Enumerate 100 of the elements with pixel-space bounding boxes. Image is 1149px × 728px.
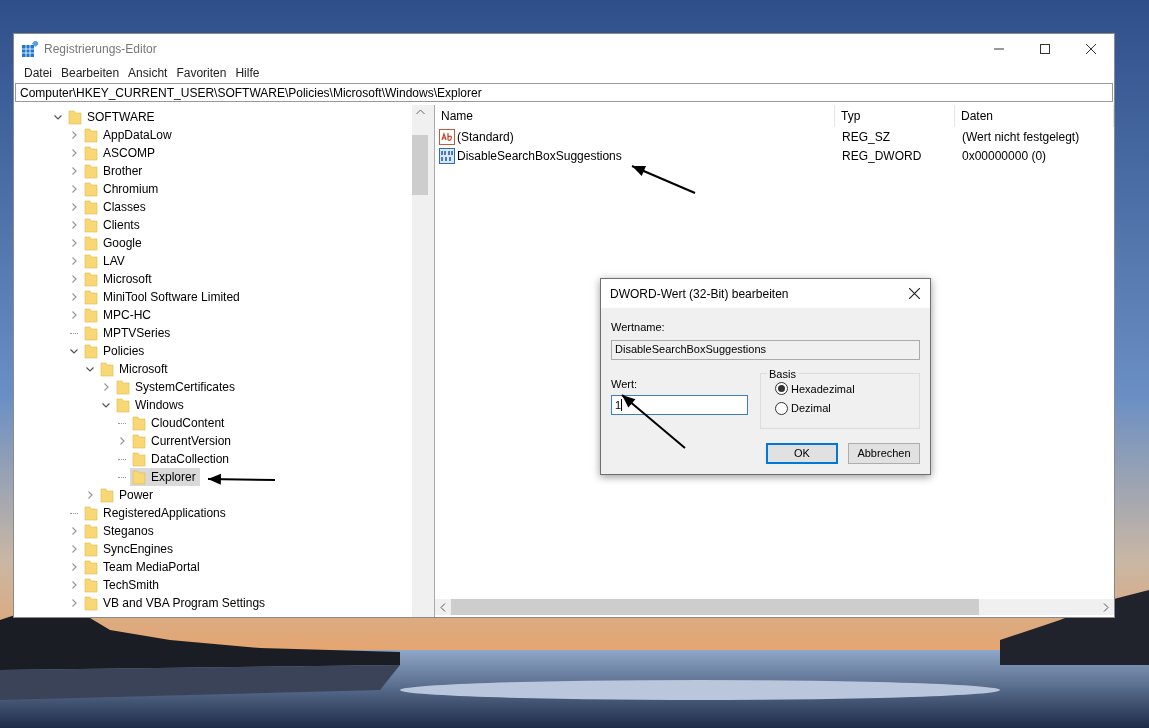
folder-icon [84,235,98,251]
tree-item[interactable]: VB and VBA Program Settings [82,594,270,612]
tree-item[interactable]: SOFTWARE [66,108,159,126]
chevron-right-icon[interactable] [117,436,127,446]
value-type: REG_DWORD [841,147,923,165]
dialog-title: DWORD-Wert (32-Bit) bearbeiten [610,285,789,303]
horizontal-scrollbar[interactable] [435,599,1114,615]
menu-item[interactable]: Favoriten [172,64,231,82]
tree-item[interactable]: Policies [82,342,149,360]
tree-item[interactable]: Team MediaPortal [82,558,204,576]
column-header[interactable]: Typ [835,105,955,127]
tree-item[interactable]: Classes [82,198,150,216]
vertical-scrollbar[interactable] [412,105,428,617]
annotation-arrow [631,165,696,194]
close-icon[interactable] [909,288,920,299]
scroll-right-icon[interactable] [1103,602,1109,612]
close-icon [1086,43,1096,54]
menu-item[interactable]: Hilfe [231,64,264,82]
tree-item[interactable]: Chromium [82,180,163,198]
tree-item[interactable]: DataCollection [130,450,234,468]
folder-icon [116,397,130,413]
value-type: REG_SZ [841,128,891,146]
folder-icon [84,289,98,305]
tree-item[interactable]: Clients [82,216,144,234]
folder-icon [132,433,146,449]
scroll-thumb[interactable] [412,135,428,195]
tree-item[interactable]: SystemCertificates [114,378,240,396]
field-label: Wertname: [611,320,666,335]
menu-item[interactable]: Ansicht [124,64,172,82]
tree-item[interactable]: Power [98,486,157,504]
tree-item[interactable]: CurrentVersion [130,432,236,450]
radio-button[interactable] [775,401,788,415]
value-name[interactable]: (Standard) [457,127,514,146]
tree-item[interactable]: MPC-HC [82,306,155,324]
tree-item[interactable]: MPTVSeries [82,324,175,342]
tree-item[interactable]: AppDataLow [82,126,176,144]
tree-item[interactable]: Explorer [130,468,200,486]
registry-icon [22,40,38,57]
column-header[interactable]: Name [435,105,835,127]
scroll-up-icon[interactable] [415,109,425,115]
annotation-arrow [207,473,276,485]
chevron-down-icon[interactable] [53,112,63,122]
radio-label[interactable]: Dezimal [791,400,831,417]
radio-button[interactable] [775,382,788,396]
tree-item[interactable]: CloudContent [130,414,229,432]
folder-icon [84,505,98,521]
value-name-field[interactable]: DisableSearchBoxSuggestions [611,339,920,360]
tree-item[interactable]: SyncEngines [82,540,178,558]
tree-item[interactable]: Microsoft [98,360,172,378]
folder-icon [132,451,146,467]
radio-label[interactable]: Hexadezimal [791,380,855,397]
folder-icon [84,253,98,269]
folder-icon [84,271,98,287]
tree-item[interactable]: Microsoft [82,270,156,288]
tree-item[interactable]: Windows [114,396,188,414]
menu-item[interactable]: Bearbeiten [57,64,124,82]
folder-icon [84,541,98,557]
folder-icon [84,181,98,197]
folder-icon [132,469,146,485]
folder-icon [100,361,114,377]
folder-icon [84,343,98,359]
folder-icon [84,199,98,215]
menu-item[interactable]: Datei [20,64,56,82]
folder-icon [84,307,98,323]
scroll-left-icon[interactable] [440,602,446,612]
field-label: Wert: [611,376,639,392]
chevron-right-icon[interactable] [85,490,95,500]
folder-icon [84,577,98,593]
address-bar[interactable]: Computer\HKEY_CURRENT_USER\SOFTWARE\Policies\Microsoft\Windows\Explorer [15,83,1113,102]
tree-item[interactable]: TechSmith [82,576,164,594]
folder-icon [84,559,98,575]
chevron-down-icon[interactable] [101,400,111,410]
value-field[interactable]: 1 [611,395,748,415]
tree-item[interactable]: LAV [82,252,129,270]
dialog-button[interactable]: Abbrechen [848,442,920,464]
value-data: (Wert nicht festgelegt) [961,128,1081,146]
tree-item[interactable]: Google [82,234,146,252]
folder-icon [84,523,98,539]
window-title: Registrierungs-Editor [44,40,157,58]
tree-item[interactable]: MiniTool Software Limited [82,288,244,306]
value-name[interactable]: DisableSearchBoxSuggestions [457,146,622,165]
folder-icon [84,595,98,611]
tree-item[interactable]: Brother [82,162,147,180]
dialog-button[interactable]: OK [766,442,838,464]
column-header[interactable]: Daten [955,105,1114,127]
folder-icon [116,379,130,395]
folder-icon [84,145,98,161]
folder-icon [84,217,98,233]
folder-icon [84,163,98,179]
tree-item[interactable]: RegisteredApplications [82,504,230,522]
folder-icon [132,415,146,431]
scroll-thumb[interactable] [451,599,979,615]
folder-icon [84,127,98,143]
tree-item[interactable]: Steganos [82,522,158,540]
string-value-icon [439,128,455,145]
folder-icon [68,109,82,125]
tree-item[interactable]: ASCOMP [82,144,159,162]
chevron-right-icon[interactable] [101,382,111,392]
maximize-icon [1040,43,1050,54]
folder-icon [84,325,98,341]
